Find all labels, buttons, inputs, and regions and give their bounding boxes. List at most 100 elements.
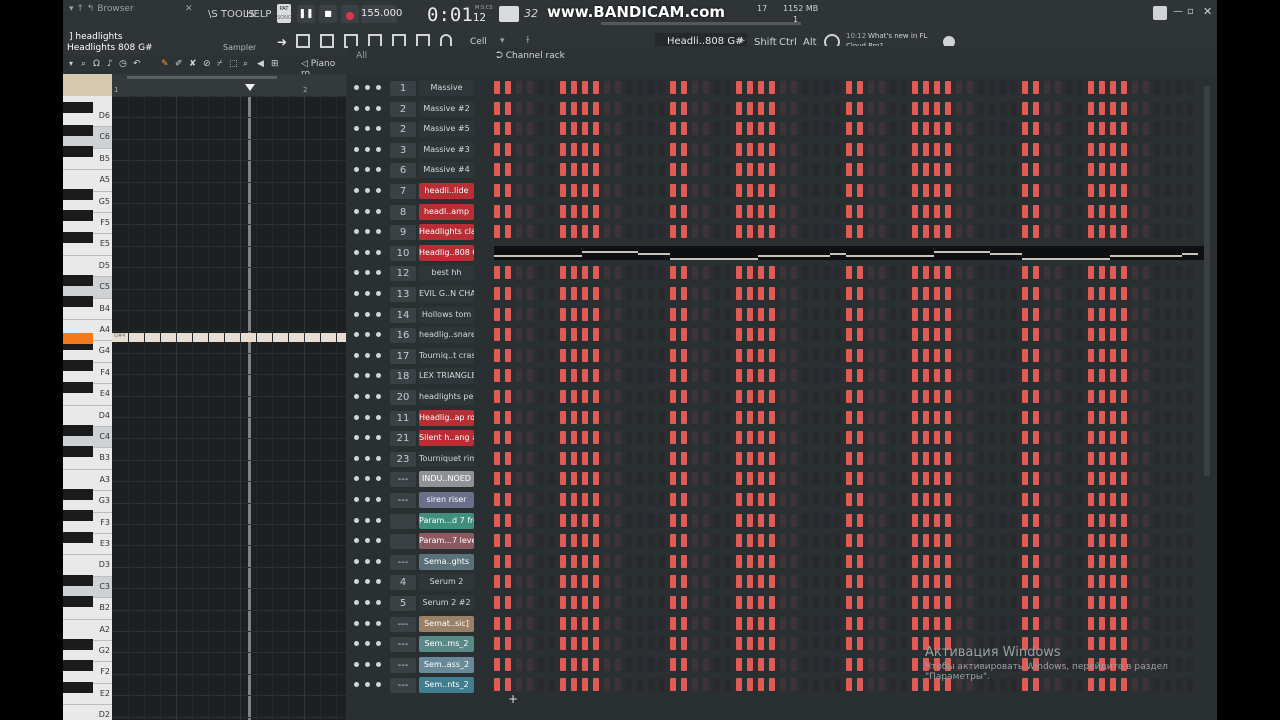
step-button[interactable] [494, 142, 500, 156]
step-button[interactable] [1187, 81, 1193, 94]
step-button[interactable] [692, 204, 698, 218]
step-button[interactable] [934, 122, 940, 136]
step-button[interactable] [692, 287, 698, 300]
mute-led-icon[interactable] [354, 85, 359, 90]
step-button[interactable] [582, 225, 588, 239]
step-button[interactable] [571, 328, 577, 342]
step-button[interactable] [956, 328, 962, 342]
step-button[interactable] [769, 513, 775, 527]
step-button[interactable] [703, 575, 709, 589]
step-button[interactable] [769, 266, 775, 280]
channel-name-button[interactable]: Semat..sic] [419, 615, 474, 632]
step-button[interactable] [692, 390, 698, 403]
step-button[interactable] [648, 184, 654, 197]
step-button[interactable] [989, 81, 995, 94]
step-button[interactable] [1099, 287, 1105, 300]
step-button[interactable] [1066, 142, 1072, 156]
add-channel-icon[interactable]: + [738, 36, 746, 46]
step-button[interactable] [1121, 328, 1127, 342]
step-button[interactable] [549, 390, 555, 403]
step-button[interactable] [714, 410, 720, 424]
step-button[interactable] [681, 513, 687, 527]
step-button[interactable] [1143, 307, 1149, 321]
pitch-segment[interactable] [670, 257, 758, 260]
step-button[interactable] [681, 431, 687, 445]
step-button[interactable] [527, 101, 533, 115]
step-button[interactable] [1055, 101, 1061, 115]
step-button[interactable] [1143, 616, 1149, 630]
mute-led-icon[interactable] [354, 146, 359, 152]
step-button[interactable] [1143, 184, 1149, 197]
step-button[interactable] [681, 307, 687, 321]
step-button[interactable] [516, 163, 522, 177]
step-button[interactable] [703, 266, 709, 280]
step-button[interactable] [549, 513, 555, 527]
channel-name-button[interactable]: Sem..nts_2 [419, 677, 474, 694]
step-button[interactable] [978, 472, 984, 486]
step-button[interactable] [890, 493, 896, 506]
step-button[interactable] [1000, 348, 1006, 362]
step-button[interactable] [967, 534, 973, 548]
step-button[interactable] [637, 81, 643, 94]
step-button[interactable] [1143, 122, 1149, 136]
active-key-g#4[interactable] [63, 333, 93, 344]
step-button[interactable] [1132, 81, 1138, 94]
mute-led-icon[interactable] [354, 188, 359, 193]
step-button[interactable] [615, 410, 621, 424]
step-button[interactable] [956, 225, 962, 239]
step-button[interactable] [747, 596, 753, 609]
step-button[interactable] [1066, 554, 1072, 568]
step-button[interactable] [1187, 472, 1193, 486]
step-button[interactable] [494, 451, 500, 465]
step-button[interactable] [560, 554, 566, 568]
step-button[interactable] [1077, 369, 1083, 383]
step-button[interactable] [1176, 575, 1182, 589]
step-button[interactable] [769, 493, 775, 506]
step-button[interactable] [747, 410, 753, 424]
step-button[interactable] [1011, 163, 1017, 177]
step-button[interactable] [637, 513, 643, 527]
step-button[interactable] [670, 122, 676, 136]
step-button[interactable] [714, 287, 720, 300]
step-sequencer[interactable] [494, 616, 1204, 631]
step-button[interactable] [890, 163, 896, 177]
step-button[interactable] [802, 204, 808, 218]
step-button[interactable] [890, 431, 896, 445]
step-button[interactable] [681, 493, 687, 506]
step-button[interactable] [1055, 348, 1061, 362]
step-button[interactable] [1165, 204, 1171, 218]
step-button[interactable] [989, 266, 995, 280]
step-button[interactable] [923, 348, 929, 362]
step-button[interactable] [956, 142, 962, 156]
step-button[interactable] [659, 637, 665, 651]
step-button[interactable] [505, 575, 511, 589]
step-button[interactable] [868, 493, 874, 506]
step-button[interactable] [637, 678, 643, 692]
step-button[interactable] [505, 142, 511, 156]
step-button[interactable] [989, 431, 995, 445]
step-button[interactable] [1011, 513, 1017, 527]
black-key[interactable] [63, 189, 93, 200]
step-button[interactable] [582, 678, 588, 692]
step-button[interactable] [593, 163, 599, 177]
step-button[interactable] [1033, 431, 1039, 445]
step-button[interactable] [681, 410, 687, 424]
step-button[interactable] [1055, 554, 1061, 568]
step-button[interactable] [714, 513, 720, 527]
step-button[interactable] [1022, 575, 1028, 589]
step-button[interactable] [549, 431, 555, 445]
step-button[interactable] [604, 225, 610, 239]
step-button[interactable] [1011, 554, 1017, 568]
step-button[interactable] [945, 472, 951, 486]
step-button[interactable] [1011, 472, 1017, 486]
step-button[interactable] [692, 472, 698, 486]
step-button[interactable] [1143, 225, 1149, 239]
step-button[interactable] [505, 472, 511, 486]
step-button[interactable] [560, 204, 566, 218]
black-key[interactable] [63, 125, 93, 136]
step-button[interactable] [923, 204, 929, 218]
step-button[interactable] [780, 142, 786, 156]
step-button[interactable] [714, 348, 720, 362]
step-button[interactable] [890, 328, 896, 342]
step-button[interactable] [571, 390, 577, 403]
